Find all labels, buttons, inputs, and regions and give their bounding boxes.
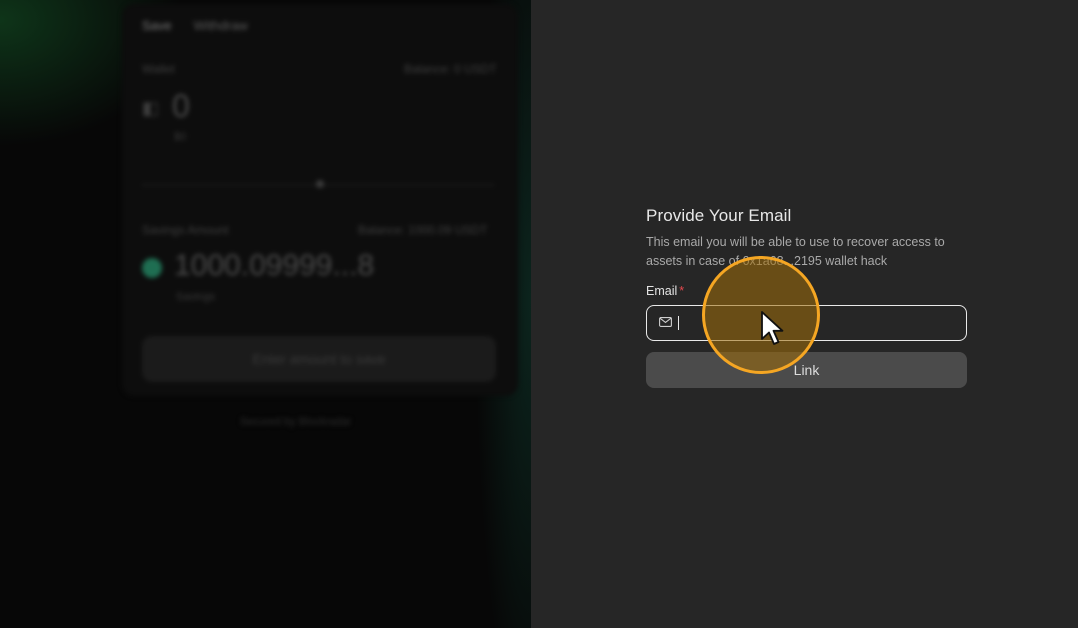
text-caret: [678, 316, 679, 330]
tab-withdraw: Withdraw: [193, 18, 248, 33]
wallet-icon: ◧: [142, 98, 160, 118]
tab-save: Save: [142, 18, 172, 33]
amount-value: 0: [172, 88, 190, 124]
enter-amount-button: Enter amount to save: [142, 336, 496, 382]
amount-sub: $0: [174, 131, 187, 143]
wallet-balance: Balance: 0 USDT: [404, 62, 497, 76]
background-blur-layer: Save Withdraw Wallet Balance: 0 USDT ◧ 0…: [0, 0, 531, 628]
background-app: Save Withdraw Wallet Balance: 0 USDT ◧ 0…: [0, 0, 531, 628]
savings-amount: 1000.09999...8: [174, 249, 375, 282]
savings-balance: Balance: 1000.09 USDT: [358, 223, 488, 237]
secured-by-text: Secured by Blockradar: [240, 416, 352, 428]
modal-title: Provide Your Email: [646, 206, 792, 225]
amount-slider-knob: [316, 180, 324, 188]
coin-icon: [142, 258, 162, 278]
mail-icon: [659, 314, 672, 332]
background-tabs: Save Withdraw: [142, 18, 248, 33]
modal-description: This email you will be able to use to re…: [646, 235, 945, 268]
screen: Save Withdraw Wallet Balance: 0 USDT ◧ 0…: [0, 0, 1078, 628]
wallet-label: Wallet: [142, 62, 175, 76]
link-button[interactable]: Link: [646, 352, 967, 388]
savings-sub: Savings: [176, 291, 216, 303]
cursor-icon: [761, 311, 784, 345]
email-label-text: Email: [646, 284, 678, 298]
required-mark: *: [679, 284, 685, 298]
savings-label: Savings Amount: [142, 223, 229, 237]
